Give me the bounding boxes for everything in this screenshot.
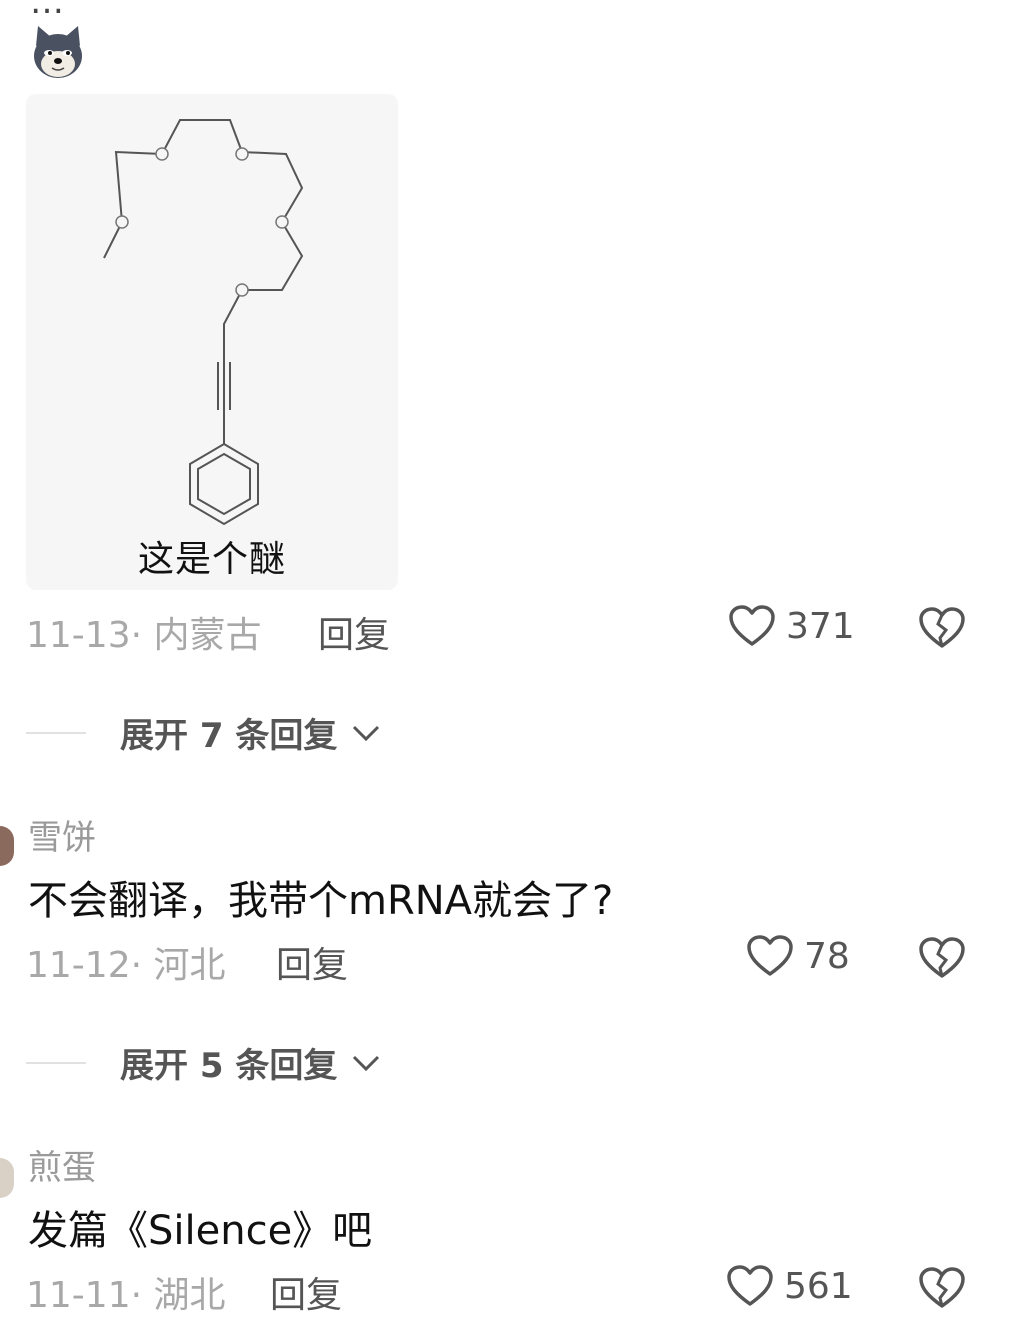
expand-replies-label: 展开 5 条回复 [120, 1046, 338, 1086]
comment-date: 11-11 [26, 1275, 131, 1316]
avatar[interactable] [0, 1158, 14, 1198]
like-button[interactable]: 561 [726, 1264, 853, 1308]
avatar[interactable] [0, 826, 14, 866]
comment-image-ether[interactable]: 这是个醚 [26, 94, 398, 590]
dislike-button[interactable] [918, 936, 966, 984]
heart-outline-icon [729, 605, 775, 646]
comment-username[interactable]: 雪饼 [28, 810, 96, 859]
dislike-button[interactable] [918, 606, 966, 654]
broken-heart-icon [919, 937, 965, 978]
like-count: 371 [786, 605, 855, 647]
like-button[interactable]: 78 [746, 934, 850, 978]
comment-meta: 11-12· 河北 [26, 945, 226, 986]
expand-replies-label: 展开 7 条回复 [120, 716, 338, 756]
comment-text: 不会翻译，我带个mRNA就会了? [28, 878, 614, 924]
comment-text: 发篇《Silence》吧 [28, 1208, 373, 1254]
comment-meta: 11-13· 内蒙古 [26, 615, 262, 656]
comment-location: 内蒙古 [153, 615, 262, 656]
expand-replies-button[interactable]: 展开 7 条回复 [26, 708, 381, 757]
like-count: 78 [804, 935, 850, 977]
image-caption: 这是个醚 [137, 539, 286, 580]
previous-username-cut: … [30, 0, 64, 22]
divider-line [26, 1061, 86, 1064]
comment-date: 11-12 [26, 945, 131, 986]
heart-outline-icon [727, 1265, 773, 1306]
chevron-down-icon [353, 1055, 380, 1071]
expand-replies-button[interactable]: 展开 5 条回复 [26, 1038, 381, 1087]
reply-button[interactable]: 回复 [276, 936, 348, 988]
comment-username[interactable]: 煎蛋 [28, 1140, 96, 1189]
broken-heart-icon [919, 1267, 965, 1308]
comment-location: 河北 [153, 945, 226, 986]
divider-line [26, 731, 86, 734]
ether-structure-drawing [103, 119, 304, 526]
dislike-button[interactable] [918, 1266, 966, 1314]
comment-location: 湖北 [153, 1275, 226, 1316]
doge-emoji-icon [28, 22, 88, 82]
chevron-down-icon [353, 725, 380, 741]
reply-button[interactable]: 回复 [270, 1266, 342, 1318]
like-count: 561 [784, 1265, 853, 1307]
broken-heart-icon [919, 607, 965, 648]
like-button[interactable]: 371 [728, 604, 855, 648]
reply-button[interactable]: 回复 [318, 606, 390, 658]
comment-date: 11-13 [26, 615, 131, 656]
comment-meta: 11-11· 湖北 [26, 1275, 226, 1316]
heart-outline-icon [747, 935, 793, 976]
